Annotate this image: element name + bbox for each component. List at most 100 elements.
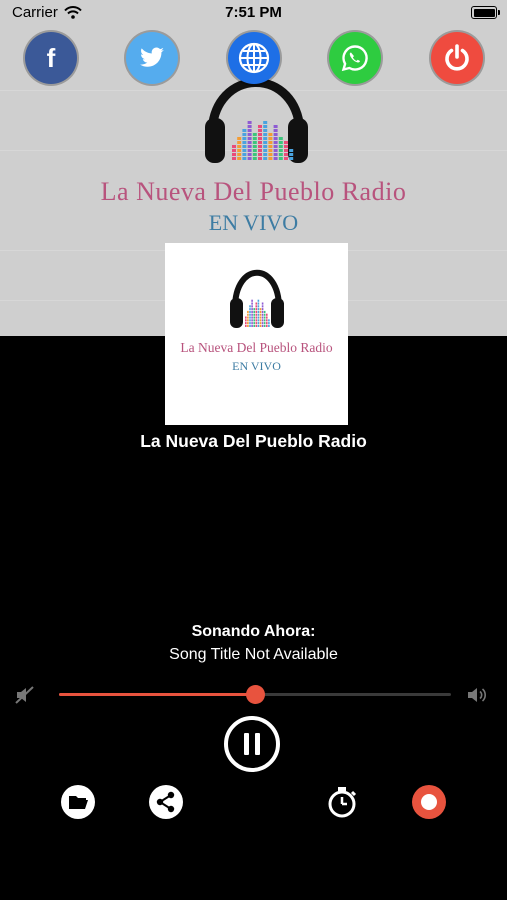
equalizer-segment xyxy=(268,153,273,156)
equalizer-segment xyxy=(249,305,251,308)
equalizer-segment xyxy=(252,157,257,160)
equalizer-segment xyxy=(245,316,247,319)
equalizer-segment xyxy=(242,149,247,152)
equalizer-segment xyxy=(252,149,257,152)
equalizer-segment xyxy=(263,319,266,322)
equalizer-segment xyxy=(263,313,266,316)
now-playing-label: Sonando Ahora: xyxy=(191,623,316,640)
equalizer-segment xyxy=(268,322,270,325)
equalizer-segment xyxy=(284,157,288,160)
equalizer-segment xyxy=(258,129,262,132)
equalizer-segment xyxy=(252,133,257,136)
equalizer-segment xyxy=(257,310,260,313)
equalizer-segment xyxy=(237,149,242,152)
equalizer-segment xyxy=(242,153,247,156)
equalizer-segment xyxy=(242,157,247,160)
equalizer-segment xyxy=(255,310,258,313)
equalizer-segment xyxy=(251,302,253,305)
status-time: 7:51 PM xyxy=(225,4,282,21)
equalizer-segment xyxy=(263,322,266,325)
website-button[interactable] xyxy=(228,32,280,84)
equalizer-segment xyxy=(261,313,264,316)
equalizer-segment xyxy=(259,308,262,311)
folder-button[interactable] xyxy=(60,784,96,820)
equalizer-segment xyxy=(263,121,268,124)
battery-icon xyxy=(471,6,500,19)
equalizer-segment xyxy=(251,322,253,325)
play-pause-button[interactable] xyxy=(224,716,280,772)
equalizer-segment xyxy=(251,305,253,308)
equalizer-segment xyxy=(257,299,260,302)
equalizer-segment xyxy=(263,125,268,128)
equalizer-segment xyxy=(268,145,273,148)
equalizer-segment xyxy=(289,157,294,160)
equalizer-segment xyxy=(255,319,258,322)
equalizer-segment xyxy=(278,137,283,140)
equalizer-segment xyxy=(237,141,242,144)
equalizer-segment xyxy=(249,308,251,311)
equalizer-segment xyxy=(273,133,278,136)
power-button[interactable] xyxy=(431,32,483,84)
equalizer-segment xyxy=(284,145,288,148)
equalizer-segment xyxy=(273,153,278,156)
equalizer-segment xyxy=(263,316,266,319)
equalizer-segment xyxy=(263,137,268,140)
equalizer-segment xyxy=(258,137,262,140)
equalizer-segment xyxy=(232,145,236,148)
equalizer-segment xyxy=(259,313,262,316)
equalizer-segment xyxy=(268,133,273,136)
equalizer-segment xyxy=(245,322,247,325)
whatsapp-button[interactable] xyxy=(329,32,381,84)
record-icon xyxy=(412,785,446,819)
equalizer-segment xyxy=(253,322,255,325)
equalizer-segment xyxy=(261,302,264,305)
share-button[interactable] xyxy=(148,784,184,820)
equalizer-segment xyxy=(278,157,283,160)
equalizer-segment xyxy=(255,308,258,311)
equalizer-segment xyxy=(247,125,252,128)
equalizer-segment xyxy=(249,316,251,319)
cover-headphones-icon xyxy=(230,269,284,328)
equalizer-segment xyxy=(268,137,273,140)
equalizer-segment xyxy=(278,145,283,148)
equalizer-segment xyxy=(245,324,247,327)
equalizer-segment xyxy=(247,322,249,325)
twitter-button[interactable] xyxy=(126,32,178,84)
record-button[interactable] xyxy=(411,784,447,820)
equalizer-segment xyxy=(247,319,249,322)
equalizer-segment xyxy=(253,308,255,311)
equalizer-segment xyxy=(237,137,242,140)
equalizer-segment xyxy=(263,145,268,148)
volume-mute-icon xyxy=(15,686,34,704)
folder-icon xyxy=(61,785,95,819)
equalizer-segment xyxy=(247,133,252,136)
equalizer-segment xyxy=(261,322,264,325)
background-logo-subtitle: EN VIVO xyxy=(208,210,299,235)
twitter-icon xyxy=(140,47,164,67)
equalizer-segment xyxy=(261,319,264,322)
equalizer-segment xyxy=(258,133,262,136)
equalizer-segment xyxy=(261,305,264,308)
equalizer-segment xyxy=(261,324,264,327)
equalizer-segment xyxy=(268,319,270,322)
equalizer-segment xyxy=(255,316,258,319)
equalizer-segment xyxy=(257,324,260,327)
volume-slider-thumb[interactable] xyxy=(245,685,265,704)
equalizer-segment xyxy=(273,125,278,128)
equalizer-segment xyxy=(257,322,260,325)
equalizer-segment xyxy=(247,129,252,132)
equalizer-segment xyxy=(289,149,294,152)
equalizer-segment xyxy=(247,153,252,156)
volume-slider-fill xyxy=(59,693,255,696)
status-bar: Carrier 7:51 PM xyxy=(0,0,507,26)
equalizer-segment xyxy=(242,137,247,140)
equalizer-segment xyxy=(259,319,262,322)
facebook-button[interactable]: f xyxy=(25,32,77,84)
equalizer-segment xyxy=(247,137,252,140)
timer-button[interactable] xyxy=(324,784,360,820)
equalizer-segment xyxy=(242,129,247,132)
pause-icon-bar-left xyxy=(244,733,249,755)
equalizer-segment xyxy=(255,305,258,308)
equalizer-segment xyxy=(257,316,260,319)
equalizer-segment xyxy=(266,322,268,325)
